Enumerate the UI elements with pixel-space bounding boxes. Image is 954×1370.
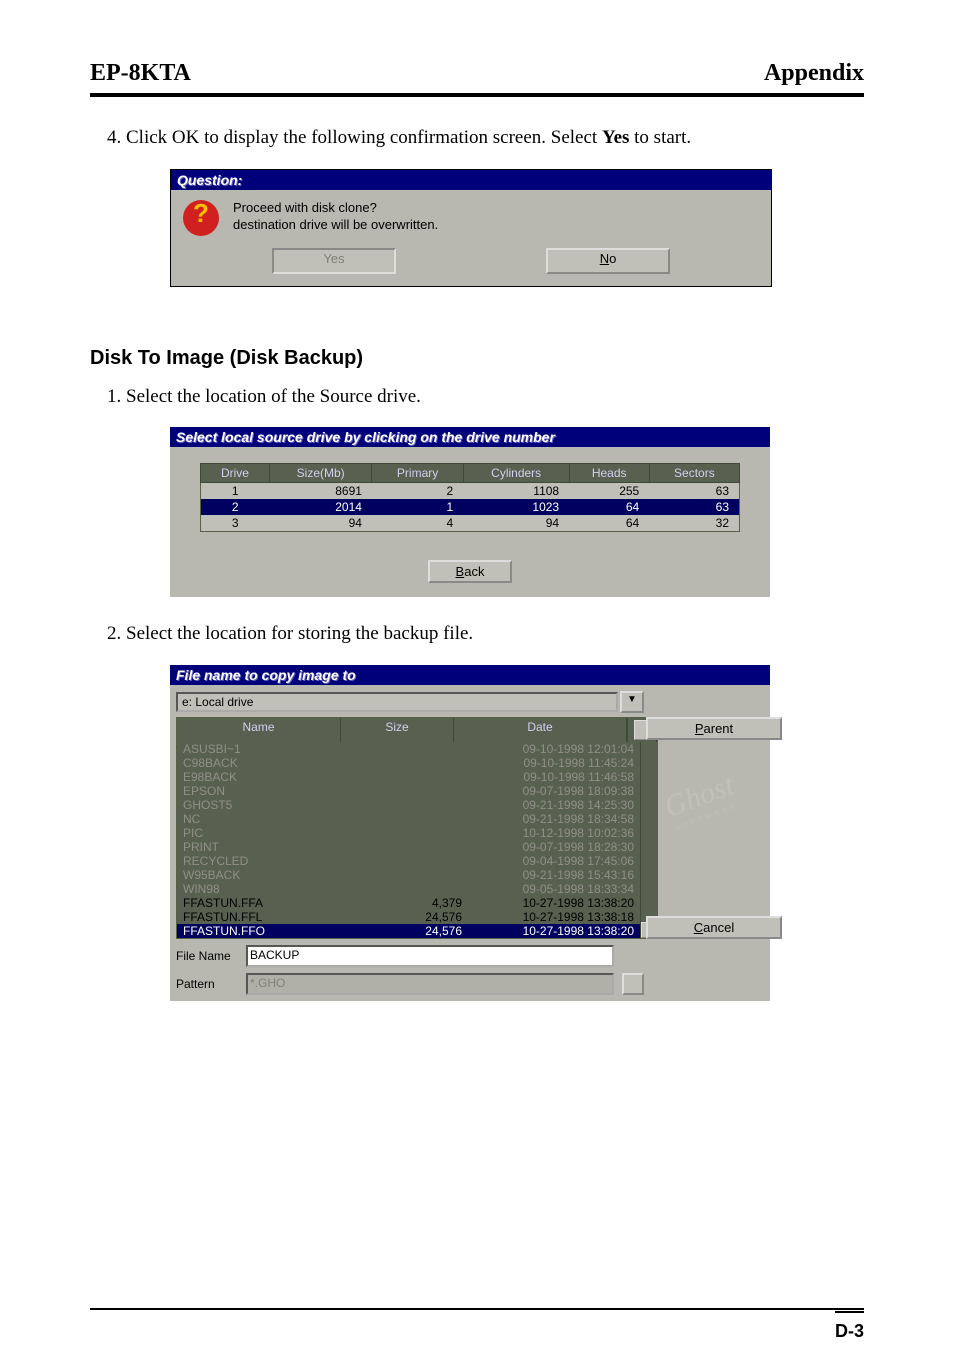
col-heads: Heads <box>569 464 649 483</box>
header-left: EP-8KTA <box>90 60 191 87</box>
pattern-label: Pattern <box>176 977 238 991</box>
file-name-label: File Name <box>176 949 238 963</box>
list-item[interactable]: E98BACK09-10-1998 11:46:58 <box>177 770 640 784</box>
ghost-logo: Ghost SOFTWARE <box>646 763 781 910</box>
col-sectors: Sectors <box>649 464 739 483</box>
list-item[interactable]: PRINT09-07-1998 18:28:30 <box>177 840 640 854</box>
section-heading: Disk To Image (Disk Backup) <box>90 347 864 370</box>
no-button[interactable]: No <box>546 248 670 274</box>
table-row[interactable]: 186912110825563 <box>201 483 740 500</box>
header-right: Appendix <box>764 60 864 87</box>
list-item[interactable]: PIC10-12-1998 10:02:36 <box>177 826 640 840</box>
col-primary: Primary <box>372 464 463 483</box>
col-size: Size <box>341 718 454 742</box>
list-item[interactable]: RECYCLED09-04-1998 17:45:06 <box>177 854 640 868</box>
cancel-button[interactable]: Cancel <box>646 916 782 939</box>
dialog-titlebar: Select local source drive by clicking on… <box>170 427 770 447</box>
back-button[interactable]: Back <box>428 560 513 583</box>
footer-rule <box>90 1308 864 1310</box>
dropdown-icon[interactable]: ▼ <box>620 691 644 713</box>
drive-table: Drive Size(Mb) Primary Cylinders Heads S… <box>200 463 740 532</box>
list-item[interactable]: NC09-21-1998 18:34:58 <box>177 812 640 826</box>
parent-button[interactable]: Parent <box>646 717 782 740</box>
col-drive: Drive <box>201 464 270 483</box>
instruction-step-2: Select the location for storing the back… <box>126 621 864 647</box>
list-item[interactable]: ASUSBI~109-10-1998 12:01:04 <box>177 742 640 756</box>
list-item[interactable]: FFASTUN.FFL24,57610-27-1998 13:38:18 <box>177 910 640 924</box>
file-dialog: File name to copy image to e: Local driv… <box>170 665 770 1001</box>
pattern-dropdown-icon[interactable] <box>622 973 644 995</box>
col-cylinders: Cylinders <box>463 464 569 483</box>
dialog-titlebar: File name to copy image to <box>170 665 770 685</box>
col-size: Size(Mb) <box>269 464 372 483</box>
file-name-input[interactable]: BACKUP <box>246 945 614 967</box>
list-item[interactable]: FFASTUN.FFO24,57610-27-1998 13:38:20 <box>177 924 640 938</box>
list-item[interactable]: W95BACK09-21-1998 15:43:16 <box>177 868 640 882</box>
dialog-titlebar: Question: <box>171 170 771 190</box>
page-header: EP-8KTA Appendix <box>90 60 864 97</box>
col-name: Name <box>177 718 341 742</box>
list-item[interactable]: WIN9809-05-1998 18:33:34 <box>177 882 640 896</box>
drive-select-dialog: Select local source drive by clicking on… <box>170 427 770 597</box>
list-item[interactable]: EPSON09-07-1998 18:09:38 <box>177 784 640 798</box>
page-number: D-3 <box>835 1311 864 1342</box>
table-row[interactable]: 3944946432 <box>201 515 740 532</box>
question-dialog: Question: Proceed with disk clone? desti… <box>170 169 772 287</box>
drive-combo[interactable]: e: Local drive <box>176 692 618 712</box>
pattern-input[interactable]: *.GHO <box>246 973 614 995</box>
file-list: Name Size Date ▲ ASUSBI~109-10-1998 12:0… <box>176 717 658 939</box>
col-date: Date <box>454 718 627 742</box>
instruction-step-4: Click OK to display the following confir… <box>126 125 864 151</box>
instruction-step-1: Select the location of the Source drive. <box>126 384 864 410</box>
table-row[interactable]: 22014110236463 <box>201 499 740 515</box>
question-icon <box>183 200 219 236</box>
list-item[interactable]: FFASTUN.FFA4,37910-27-1998 13:38:20 <box>177 896 640 910</box>
list-item[interactable]: GHOST509-21-1998 14:25:30 <box>177 798 640 812</box>
list-item[interactable]: C98BACK09-10-1998 11:45:24 <box>177 756 640 770</box>
dialog-message: Proceed with disk clone? destination dri… <box>233 200 438 234</box>
yes-button[interactable]: Yes <box>272 248 396 274</box>
